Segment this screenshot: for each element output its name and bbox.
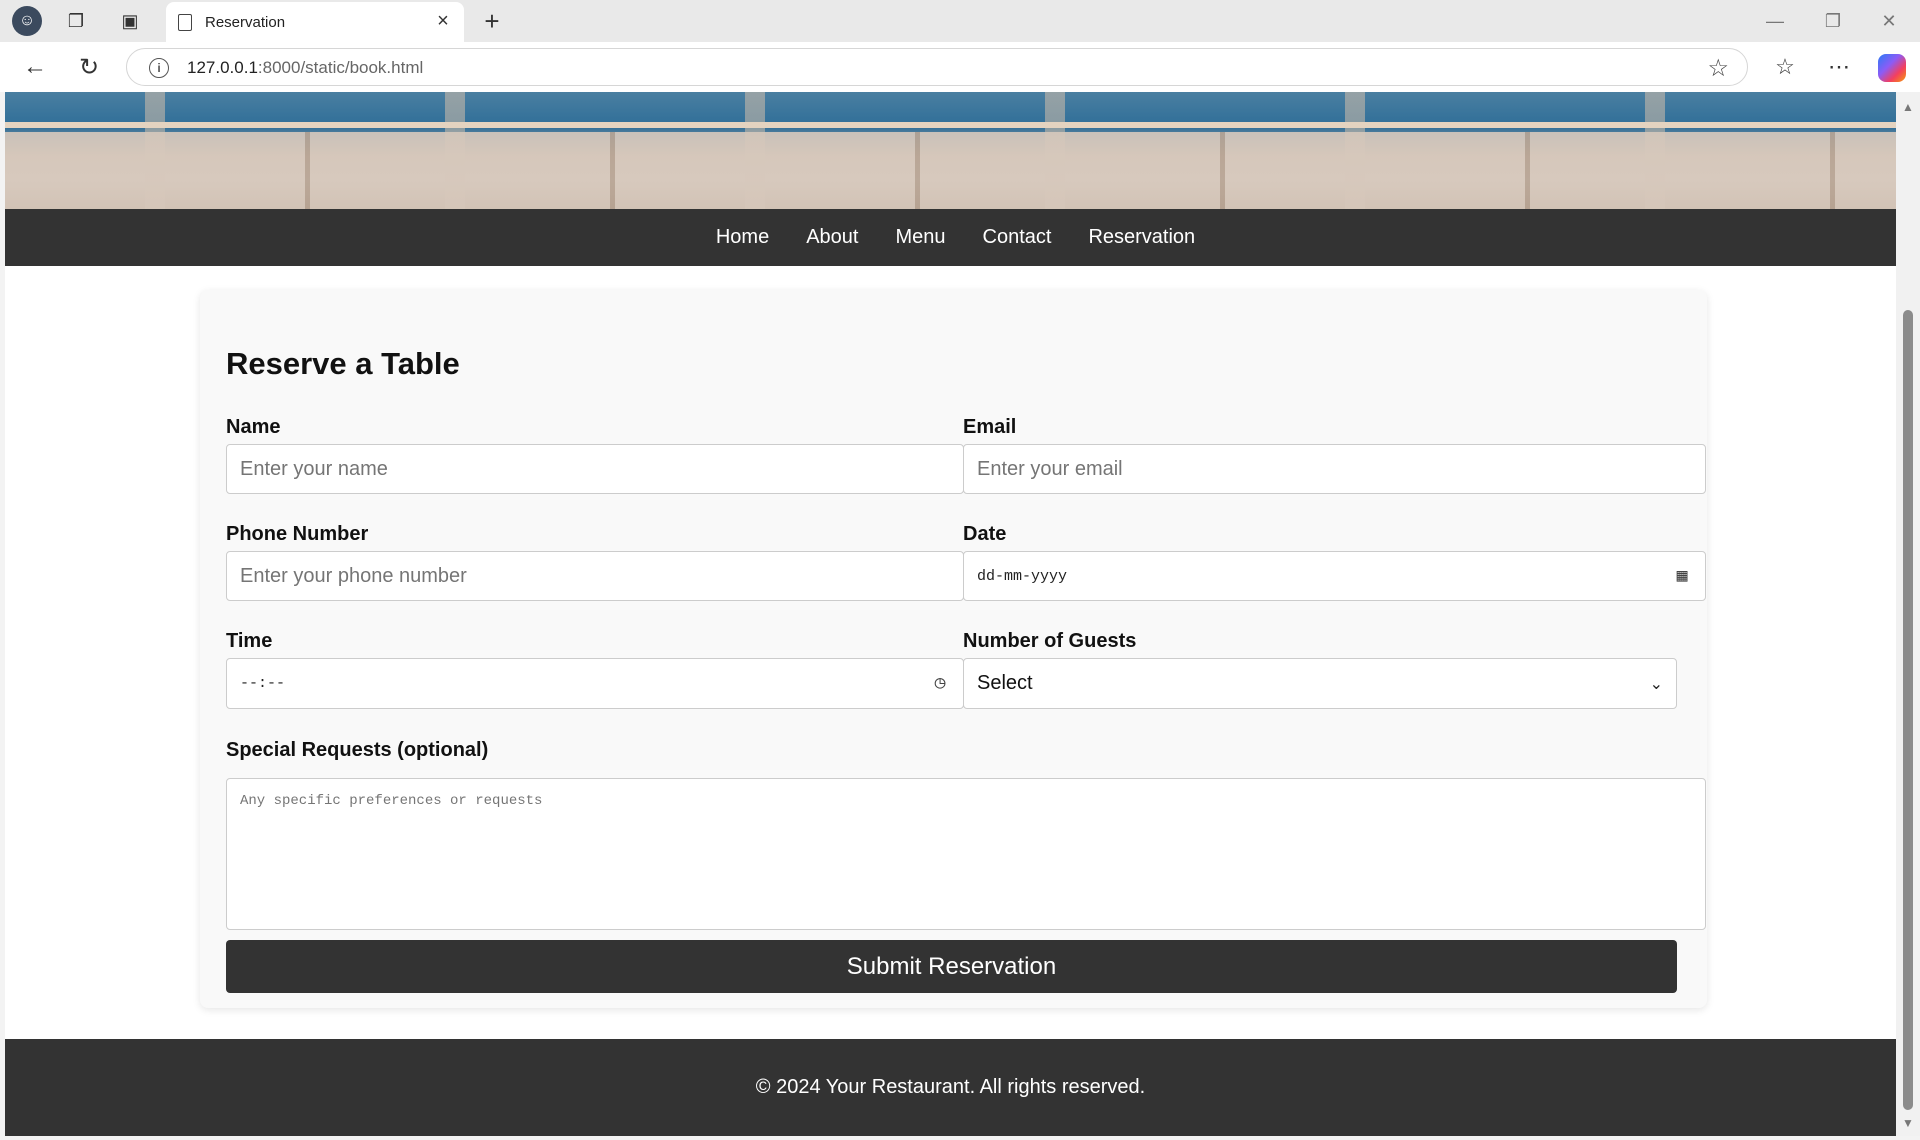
date-label: Date [963,523,1007,545]
calendar-icon[interactable]: ▦ [1671,565,1693,587]
close-tab-icon[interactable]: × [432,10,454,32]
footer-text: © 2024 Your Restaurant. All rights reser… [755,1076,1146,1098]
submit-reservation-button[interactable]: Submit Reservation [226,940,1677,993]
profile-avatar-icon[interactable]: ☺ [12,6,42,36]
special-requests-textarea[interactable] [226,778,1706,930]
name-input[interactable] [226,444,964,494]
hero-banner-image [5,92,1896,209]
requests-label: Special Requests (optional) [226,739,489,761]
browser-tab-bar: ☺ ❐ ▣ Reservation × + — ❐ ✕ [0,0,1920,42]
tab-title: Reservation [205,14,286,31]
restore-icon[interactable]: ❐ [1810,6,1856,36]
nav-contact[interactable]: Contact [983,226,1052,249]
main-navigation: Home About Menu Contact Reservation [5,209,1896,266]
address-bar[interactable]: i 127.0.0.1:8000/static/book.html ☆ [126,48,1748,86]
copilot-icon[interactable] [1878,54,1906,82]
phone-input[interactable] [226,551,964,601]
time-value: --:-- [240,675,286,692]
reload-icon[interactable]: ↻ [74,52,104,82]
url-text: 127.0.0.1:8000/static/book.html [187,58,424,77]
new-tab-icon[interactable]: + [478,6,506,36]
date-value: dd-mm-yyyy [977,567,1068,585]
minimize-icon[interactable]: — [1752,6,1798,36]
nav-home[interactable]: Home [716,226,769,249]
nav-about[interactable]: About [806,226,858,249]
clock-icon[interactable]: ◷ [929,672,951,694]
scroll-up-arrow-icon[interactable]: ▲ [1901,100,1915,114]
close-window-icon[interactable]: ✕ [1866,6,1912,36]
hero-rod [5,122,1896,128]
page-footer: © 2024 Your Restaurant. All rights reser… [5,1039,1896,1136]
page-scrollbar[interactable]: ▲ ▼ [1896,92,1920,1136]
vertical-tabs-icon[interactable]: ▣ [118,9,142,33]
email-label: Email [963,416,1017,438]
chevron-down-icon: ⌄ [1649,675,1663,693]
reservation-form-card: Reserve a Table Name Email Phone Number … [200,290,1707,1008]
hero-cushions [5,132,1896,209]
guests-selected-value: Select [977,672,1033,694]
browser-toolbar: ← ↻ i 127.0.0.1:8000/static/book.html ☆ … [0,42,1920,92]
guests-select[interactable]: Select ⌄ [963,658,1677,709]
scrollbar-thumb[interactable] [1903,310,1913,1110]
date-input[interactable]: dd-mm-yyyy ▦ [963,551,1706,601]
favorite-star-icon[interactable]: ☆ [1707,54,1729,83]
more-options-icon[interactable]: ⋯ [1824,52,1854,82]
browser-tab[interactable]: Reservation × [166,2,464,42]
site-info-icon[interactable]: i [149,58,169,78]
name-label: Name [226,416,281,438]
scroll-down-arrow-icon[interactable]: ▼ [1901,1116,1915,1130]
page-viewport: Home About Menu Contact Reservation Rese… [5,92,1896,1136]
page-icon [178,14,192,31]
favorites-icon[interactable]: ☆ [1770,52,1800,82]
email-input[interactable] [963,444,1706,494]
workspaces-icon[interactable]: ❐ [64,9,88,33]
time-input[interactable]: --:-- ◷ [226,658,964,709]
time-label: Time [226,630,273,652]
guests-label: Number of Guests [963,630,1137,652]
nav-menu[interactable]: Menu [895,226,945,249]
nav-reservation[interactable]: Reservation [1088,226,1195,249]
phone-label: Phone Number [226,523,369,545]
form-title: Reserve a Table [226,346,460,381]
back-arrow-icon[interactable]: ← [20,52,50,82]
